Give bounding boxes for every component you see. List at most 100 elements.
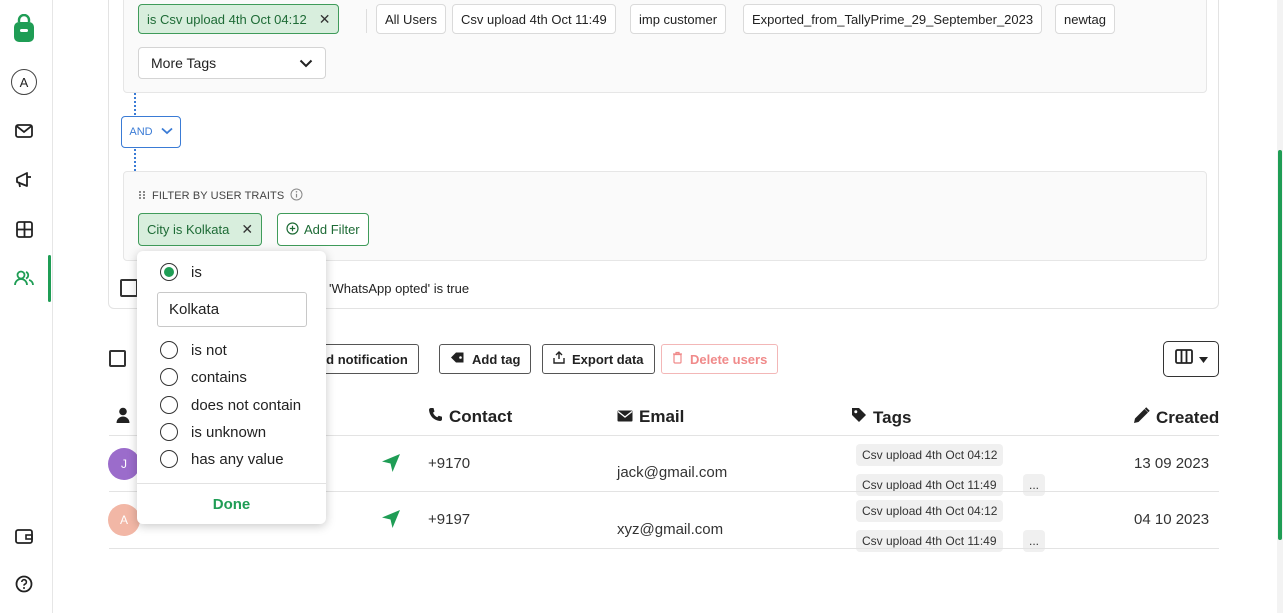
created-column-header[interactable]: Created [1133, 407, 1219, 429]
mail-icon[interactable] [10, 117, 38, 145]
tag-chip-tally-export[interactable]: Exported_from_TallyPrime_29_September_20… [743, 4, 1043, 34]
tag-chip-all-users[interactable]: All Users [376, 4, 447, 34]
tag-chip-imp-customer[interactable]: imp customer [630, 4, 727, 34]
megaphone-icon[interactable] [10, 166, 38, 194]
whatsapp-opted-checkbox[interactable] [120, 279, 138, 297]
avatar: A [108, 504, 140, 536]
add-filter-button[interactable]: Add Filter [277, 213, 369, 246]
row-tag: Csv upload 4th Oct 11:49 [856, 474, 1003, 496]
selected-tag-chip[interactable]: is Csv upload 4th Oct 04:12 ✕ [138, 4, 340, 34]
option-contains[interactable]: contains [160, 368, 247, 386]
send-message-icon[interactable] [381, 453, 401, 473]
export-icon [553, 351, 565, 367]
option-label: is not [191, 341, 227, 359]
help-icon[interactable] [10, 570, 38, 598]
option-has-any-value[interactable]: has any value [160, 450, 284, 468]
person-icon [116, 407, 130, 428]
trash-icon [672, 351, 683, 367]
more-tags-dropdown[interactable]: More Tags [138, 47, 326, 79]
option-does-not-contain[interactable]: does not contain [160, 396, 301, 414]
remove-filter-icon[interactable]: ✕ [241, 221, 253, 238]
profile-avatar[interactable]: A [11, 69, 37, 95]
pencil-icon [1133, 407, 1150, 429]
active-nav-indicator [48, 255, 51, 302]
remove-tag-icon[interactable]: ✕ [319, 11, 331, 28]
radio-icon[interactable] [160, 368, 178, 386]
tags-header-label: Tags [873, 407, 912, 427]
option-label: is unknown [191, 423, 267, 441]
created-header-label: Created [1156, 408, 1220, 427]
row-divider [109, 548, 1219, 549]
columns-icon [1174, 349, 1193, 369]
whatsapp-opted-label: 'WhatsApp opted' is true [329, 281, 470, 296]
tag-chip-csv-upload[interactable]: Csv upload 4th Oct 11:49 [452, 4, 616, 34]
app-root: A is Csv upload 4th Oct 04:12 ✕ All User… [0, 0, 1283, 613]
delete-users-label: Delete users [690, 351, 768, 367]
caret-down-icon [1198, 350, 1208, 368]
scrollbar-thumb[interactable] [1278, 150, 1282, 540]
logic-operator-label: AND [129, 126, 153, 138]
left-sidebar: A [0, 0, 53, 613]
export-data-button[interactable]: Export data [542, 344, 655, 374]
radio-icon[interactable] [160, 341, 178, 359]
add-filter-label: Add Filter [304, 222, 360, 237]
email-column-header[interactable]: Email [617, 407, 684, 427]
option-is-not[interactable]: is not [160, 341, 227, 359]
created-cell: 04 10 2023 [1134, 511, 1210, 528]
tag-chip-newtag[interactable]: newtag [1055, 4, 1115, 34]
connector-line-top [134, 93, 136, 115]
name-column-header[interactable] [116, 407, 130, 428]
envelope-icon [617, 407, 633, 427]
row-tag: Csv upload 4th Oct 04:12 [856, 444, 1004, 466]
city-filter-chip[interactable]: City is Kolkata ✕ [138, 213, 263, 246]
chevron-down-icon [299, 55, 313, 71]
option-is-label: is [191, 263, 202, 281]
logic-operator-dropdown[interactable]: AND [121, 116, 181, 148]
filter-condition-popup: is is not contains does not contain is u… [137, 251, 326, 524]
filter-value-input[interactable] [157, 292, 307, 327]
info-icon[interactable] [290, 188, 303, 204]
avatar-letter: J [121, 457, 127, 471]
delete-users-button[interactable]: Delete users [661, 344, 779, 374]
export-data-label: Export data [572, 351, 644, 367]
city-filter-label: City is Kolkata [147, 222, 230, 237]
connector-line-bottom [134, 149, 136, 171]
contact-cell: +9170 [428, 455, 471, 472]
email-header-label: Email [639, 407, 685, 426]
users-icon[interactable] [10, 264, 38, 292]
tag-divider [366, 9, 367, 33]
profile-avatar-letter: A [19, 74, 29, 90]
radio-icon[interactable] [160, 450, 178, 468]
email-cell: jack@gmail.com [617, 464, 728, 481]
contact-column-header[interactable]: Contact [428, 407, 512, 427]
contact-cell: +9197 [428, 511, 471, 528]
select-all-checkbox[interactable] [109, 350, 126, 367]
traits-heading: FILTER BY USER TRAITS [138, 188, 303, 204]
avatar: J [108, 448, 140, 480]
email-cell: xyz@gmail.com [617, 521, 724, 538]
row-tag: Csv upload 4th Oct 04:12 [856, 500, 1004, 522]
more-tags-pill[interactable]: ... [1023, 474, 1046, 496]
add-tag-button[interactable]: Add tag [439, 344, 532, 374]
radio-selected-icon[interactable] [160, 263, 178, 281]
wallet-icon[interactable] [10, 522, 38, 550]
radio-icon[interactable] [160, 396, 178, 414]
plus-circle-icon [286, 221, 299, 238]
page-scrollbar[interactable] [1277, 0, 1283, 613]
grid-icon[interactable] [10, 215, 38, 243]
tag-icon [450, 351, 465, 367]
drag-handle-icon[interactable] [138, 190, 146, 203]
send-message-icon[interactable] [381, 509, 401, 529]
more-tags-label: More Tags [151, 55, 217, 71]
user-traits-box: FILTER BY USER TRAITS City is Kolkata ✕ … [123, 171, 1207, 261]
column-picker-button[interactable] [1163, 341, 1219, 377]
radio-icon[interactable] [160, 423, 178, 441]
option-is-unknown[interactable]: is unknown [160, 423, 266, 441]
tags-column-header[interactable]: Tags [851, 407, 911, 428]
selected-tag-label: is Csv upload 4th Oct 04:12 [147, 11, 307, 27]
option-is[interactable]: is [160, 263, 202, 281]
done-button[interactable]: Done [137, 484, 326, 524]
avatar-letter: A [119, 513, 128, 527]
app-logo-icon[interactable] [11, 13, 37, 44]
chevron-down-icon [161, 126, 173, 138]
